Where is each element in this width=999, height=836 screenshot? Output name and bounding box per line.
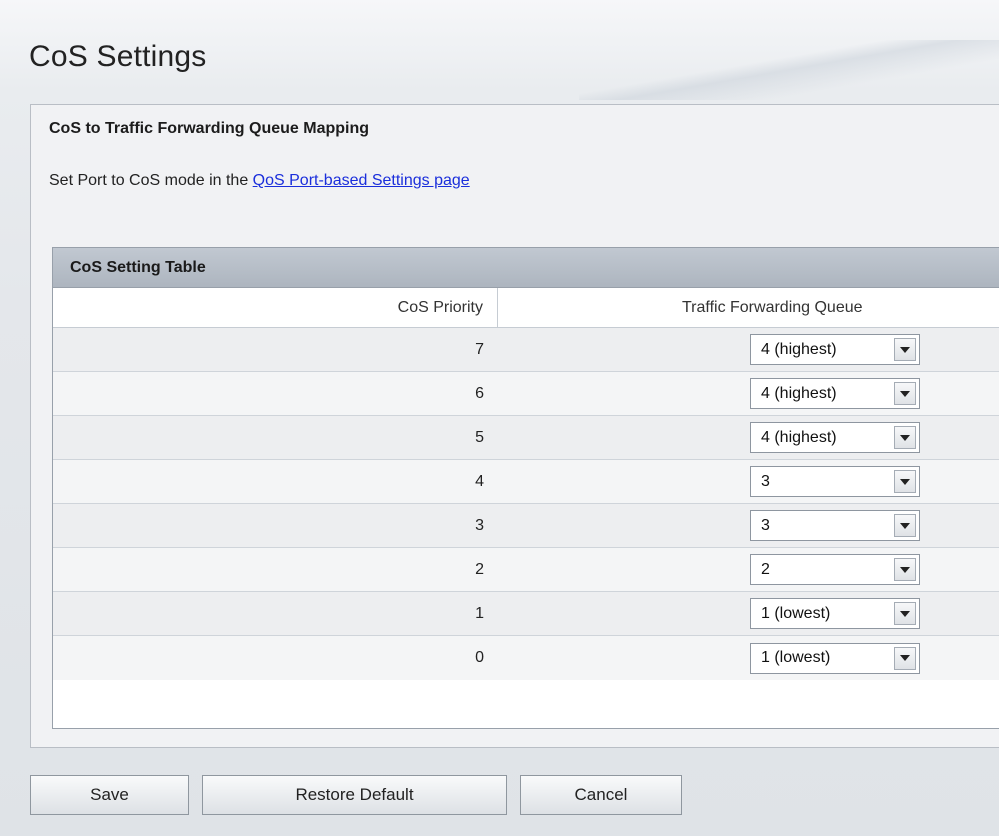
table-row: 6 4 (highest) xyxy=(53,372,999,416)
table-body: 7 4 (highest) 6 4 (highest) 5 4 (highest… xyxy=(53,328,999,680)
queue-selected-value: 1 (lowest) xyxy=(761,649,831,666)
chevron-down-icon[interactable] xyxy=(894,558,916,581)
table-header-row: CoS Priority Traffic Forwarding Queue xyxy=(53,288,999,328)
table-row: 7 4 (highest) xyxy=(53,328,999,372)
table-row: 3 3 xyxy=(53,504,999,548)
cos-setting-table: CoS Setting Table CoS Priority Traffic F… xyxy=(52,247,999,729)
cos-priority-value: 1 xyxy=(475,604,484,622)
queue-select[interactable]: 4 (highest) xyxy=(750,378,920,409)
queue-selected-value: 3 xyxy=(761,472,770,490)
queue-selected-value: 4 (highest) xyxy=(761,428,837,446)
chevron-down-icon[interactable] xyxy=(894,382,916,405)
table-row: 2 2 xyxy=(53,548,999,592)
chevron-down-icon[interactable] xyxy=(894,602,916,625)
column-header-cos-priority: CoS Priority xyxy=(53,288,498,327)
queue-selected-value: 2 xyxy=(761,560,770,578)
hint-text: Set Port to CoS mode in the xyxy=(49,172,253,189)
chevron-down-icon[interactable] xyxy=(894,646,916,670)
hint-text-row: Set Port to CoS mode in the QoS Port-bas… xyxy=(49,172,470,190)
cancel-button[interactable]: Cancel xyxy=(520,775,682,815)
table-row: 5 4 (highest) xyxy=(53,416,999,460)
page-title: CoS Settings xyxy=(29,40,207,73)
queue-selected-value: 1 (lowest) xyxy=(761,604,831,622)
queue-selected-value: 4 (highest) xyxy=(761,340,837,358)
cos-priority-value: 0 xyxy=(475,649,484,666)
section-heading: CoS to Traffic Forwarding Queue Mapping xyxy=(49,120,370,137)
table-row: 0 1 (lowest) xyxy=(53,636,999,680)
queue-selected-value: 4 (highest) xyxy=(761,384,837,402)
queue-selected-value: 3 xyxy=(761,516,770,534)
cos-priority-value: 4 xyxy=(475,472,484,490)
cos-priority-value: 2 xyxy=(475,560,484,578)
chevron-down-icon[interactable] xyxy=(894,470,916,493)
table-caption: CoS Setting Table xyxy=(53,248,999,288)
action-buttons: Save Restore Default Cancel xyxy=(30,775,695,815)
cos-priority-value: 5 xyxy=(475,428,484,446)
qos-port-settings-link[interactable]: QoS Port-based Settings page xyxy=(253,172,470,189)
column-header-traffic-queue: Traffic Forwarding Queue xyxy=(682,299,863,316)
cos-priority-value: 3 xyxy=(475,516,484,534)
chevron-down-icon[interactable] xyxy=(894,426,916,449)
queue-select[interactable]: 3 xyxy=(750,510,920,541)
restore-default-button[interactable]: Restore Default xyxy=(202,775,507,815)
chevron-down-icon[interactable] xyxy=(894,338,916,361)
table-row: 4 3 xyxy=(53,460,999,504)
queue-select[interactable]: 1 (lowest) xyxy=(750,642,920,674)
queue-select[interactable]: 4 (highest) xyxy=(750,334,920,365)
table-row: 1 1 (lowest) xyxy=(53,592,999,636)
save-button[interactable]: Save xyxy=(30,775,189,815)
chevron-down-icon[interactable] xyxy=(894,514,916,537)
queue-select[interactable]: 2 xyxy=(750,554,920,585)
queue-select[interactable]: 4 (highest) xyxy=(750,422,920,453)
queue-select[interactable]: 3 xyxy=(750,466,920,497)
cos-priority-value: 7 xyxy=(475,340,484,358)
cos-priority-value: 6 xyxy=(475,384,484,402)
queue-select[interactable]: 1 (lowest) xyxy=(750,598,920,629)
